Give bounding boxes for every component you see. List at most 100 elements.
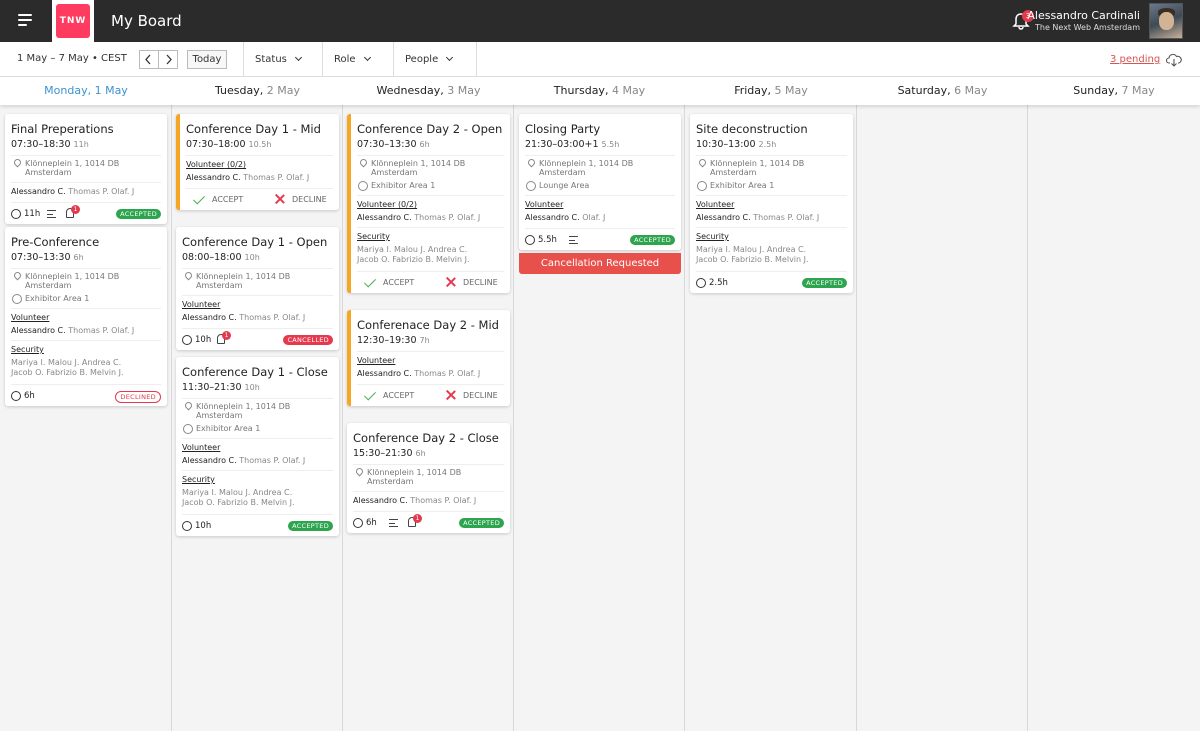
shift-time: 12:30–19:30 7h [357, 335, 504, 346]
shift-time-range: 07:30–18:00 [186, 139, 246, 150]
accept-button[interactable]: ACCEPT [365, 278, 414, 287]
shift-card-pending[interactable]: Conference Day 2 - Open 07:30–13:30 6h K… [347, 114, 510, 293]
role-security[interactable]: Security [11, 345, 161, 354]
decline-button[interactable]: DECLINE [445, 391, 498, 400]
role-volunteer[interactable]: Volunteer [357, 200, 395, 209]
cloud-download-icon[interactable] [1166, 52, 1182, 67]
tnw-logo[interactable]: TNW [56, 4, 90, 38]
status-badge: ACCEPTED [630, 235, 675, 245]
day-header-tuesday[interactable]: Tuesday, 2 May [172, 84, 343, 97]
prev-week-button[interactable] [139, 50, 159, 69]
role-volunteer[interactable]: Volunteer [182, 300, 333, 309]
role-security[interactable]: Security [182, 475, 333, 484]
shift-title: Final Preperations [11, 122, 114, 136]
role-volunteer[interactable]: Volunteer [357, 356, 504, 365]
shift-card[interactable]: Conference Day 1 - Close 11:30–21:30 10h… [176, 357, 339, 536]
shift-duration: 6h [415, 449, 426, 458]
location: Klönneplein 1, 1014 DB Amsterdam [696, 155, 847, 177]
day-header-wednesday[interactable]: Wednesday, 3 May [343, 84, 514, 97]
location: Klönneplein 1, 1014 DB Amsterdam [11, 268, 161, 290]
card-footer: 6h 1 ACCEPTED [353, 511, 504, 533]
accept-button[interactable]: ACCEPT [365, 391, 414, 400]
day-header-sunday[interactable]: Sunday, 7 May [1028, 84, 1200, 97]
people-secondary: Thomas P. Olaf. J [239, 456, 306, 465]
people-secondary: Thomas P. Olaf. J [753, 213, 820, 222]
role-filter[interactable]: Role [322, 42, 393, 77]
shift-time: 10:30–13:00 2.5h [696, 139, 847, 150]
day-header-saturday[interactable]: Saturday, 6 May [857, 84, 1028, 97]
notes-icon[interactable] [47, 210, 56, 218]
role-volunteer[interactable]: Volunteer [182, 443, 333, 452]
location: Klönneplein 1, 1014 DB Amsterdam [182, 268, 333, 290]
cancellation-requested-banner[interactable]: Cancellation Requested [519, 253, 681, 274]
card-footer: 5.5h ACCEPTED [525, 228, 675, 250]
shift-card[interactable]: Site deconstruction 10:30–13:00 2.5h Klö… [690, 114, 853, 293]
day-header-thursday[interactable]: Thursday, 4 May [514, 84, 685, 97]
day-date: 3 May [447, 84, 481, 97]
chevron-down-icon [363, 53, 371, 62]
role-security[interactable]: Security [357, 232, 504, 241]
area: Exhibitor Area 1 [696, 177, 847, 191]
decline-button[interactable]: DECLINE [445, 278, 498, 287]
day-name: Wednesday, [376, 84, 444, 97]
volunteer-count: (0/2) [397, 200, 418, 209]
card-actions: ACCEPT DECLINE [357, 384, 504, 406]
shift-card[interactable]: Pre-Conference 07:30–13:30 6h Klönneplei… [5, 227, 167, 406]
card-footer: 11h 1 ACCEPTED [11, 202, 161, 224]
notes-icon[interactable] [389, 519, 398, 527]
volunteer-section: Volunteer (0/2) Alessandro C. Thomas P. O… [186, 155, 333, 182]
day-header-monday[interactable]: Monday, 1 May [0, 84, 172, 97]
shift-title: Conference Day 1 - Open [182, 235, 328, 249]
security-people: Mariya I. Malou J. Andrea C. [182, 488, 293, 497]
avatar[interactable] [1149, 3, 1183, 39]
notification-badge: 1 [413, 514, 422, 523]
shift-card[interactable]: Closing Party 21:30–03:00+1 5.5h Klönnep… [519, 114, 681, 250]
people-primary: Alessandro C. [182, 456, 237, 465]
accept-button[interactable]: ACCEPT [194, 195, 243, 204]
shift-time-range: 08:00–18:00 [182, 252, 242, 263]
shift-duration: 2.5h [758, 140, 777, 149]
shift-card[interactable]: Final Preperations 07:30–18:30 11h Klönn… [5, 114, 167, 224]
volunteer-section: Volunteer Alessandro C. Olaf. J [525, 195, 675, 222]
day-header-friday[interactable]: Friday, 5 May [685, 84, 857, 97]
status-filter[interactable]: Status [243, 42, 322, 77]
role-volunteer[interactable]: Volunteer [696, 200, 847, 209]
chevron-right-icon [166, 54, 172, 65]
user-name[interactable]: Alessandro Cardinali [1027, 9, 1140, 22]
role-volunteer[interactable]: Volunteer [525, 200, 675, 209]
location: Klönneplein 1, 1014 DB Amsterdam [353, 464, 504, 486]
role-volunteer[interactable]: Volunteer [11, 313, 161, 322]
hours: 11h [11, 209, 40, 219]
role-volunteer[interactable]: Volunteer [186, 160, 224, 169]
shift-time-range: 15:30–21:30 [353, 448, 413, 459]
shift-card[interactable]: Conference Day 1 - Open 08:00–18:00 10h … [176, 227, 339, 350]
hours: 2.5h [696, 278, 728, 288]
today-button[interactable]: Today [187, 50, 227, 69]
shift-time-range: 12:30–19:30 [357, 335, 417, 346]
notes-icon[interactable] [569, 236, 578, 244]
toolbar: 1 May – 7 May • CEST [0, 42, 1200, 77]
status-badge: ACCEPTED [288, 521, 333, 531]
decline-button[interactable]: DECLINE [274, 195, 327, 204]
location: Klönneplein 1, 1014 DB Amsterdam [357, 155, 504, 177]
shift-time: 07:30–13:30 6h [11, 252, 161, 263]
pending-link[interactable]: 3 pending [1110, 54, 1160, 65]
people-filter-label: People [405, 54, 439, 65]
menu-icon[interactable] [18, 13, 34, 27]
hours: 6h [11, 391, 35, 401]
security-people: Mariya I. Malou J. Andrea C. [357, 245, 468, 254]
people-secondary: Thomas P. Olaf. J [243, 173, 310, 182]
shift-card[interactable]: Conference Day 2 - Close 15:30–21:30 6h … [347, 423, 510, 533]
next-week-button[interactable] [158, 50, 178, 69]
role-security[interactable]: Security [696, 232, 847, 241]
top-bar: TNW My Board 3 Alessandro Cardinali The … [0, 0, 1200, 42]
day-date: 2 May [266, 84, 300, 97]
status-badge: CANCELLED [283, 335, 333, 345]
security-people: Jacob O. Fabrizio B. Melvin J. [182, 498, 295, 507]
shift-card-pending[interactable]: Conference Day 1 - Mid 07:30–18:00 10.5h… [176, 114, 339, 210]
user-organization: The Next Web Amsterdam [1035, 23, 1140, 32]
card-actions: ACCEPT DECLINE [186, 188, 333, 210]
shift-duration: 10.5h [248, 140, 272, 149]
shift-card-pending[interactable]: Conferenace Day 2 - Mid 12:30–19:30 7h V… [347, 310, 510, 406]
people-filter[interactable]: People [393, 42, 477, 77]
